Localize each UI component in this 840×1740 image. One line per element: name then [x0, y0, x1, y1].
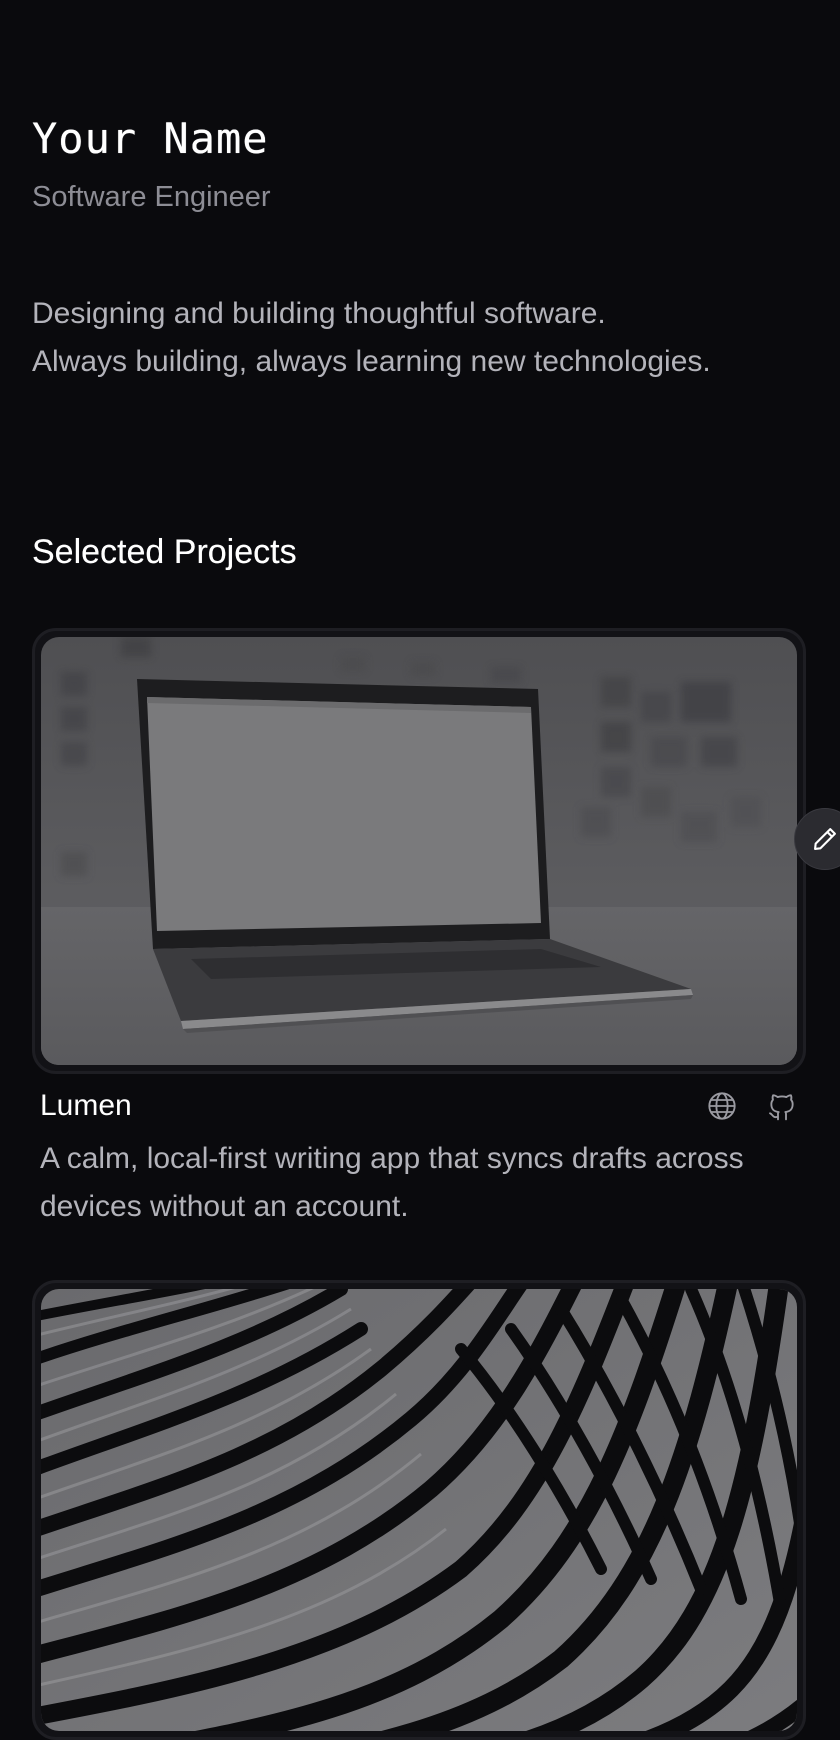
laptop-photo: [41, 637, 797, 1065]
laptop-photo-graphic: [41, 637, 797, 1065]
wavy-abstract-photo: [41, 1289, 797, 1731]
project-description: A calm, local-first writing app that syn…: [40, 1142, 744, 1223]
wavy-abstract-graphic: [41, 1289, 797, 1731]
intro-line-1: Designing and building thoughtful softwa…: [32, 297, 606, 330]
github-icon: [769, 1094, 794, 1121]
profile-role: Software Engineer: [32, 181, 271, 213]
project-image-frame[interactable]: [32, 628, 806, 1074]
portfolio-page: Your Name Software Engineer Designing an…: [0, 0, 840, 1740]
project-title-row: Lumen: [40, 1088, 800, 1128]
project-card-2[interactable]: [32, 1280, 806, 1740]
pencil-icon: [814, 828, 836, 850]
project-image-frame-2[interactable]: [32, 1280, 806, 1740]
project-links: [704, 1088, 800, 1124]
projects-heading: Selected Projects: [32, 533, 297, 571]
profile-name: Your Name: [32, 114, 269, 163]
intro-line-2: Always building, always learning new tec…: [32, 345, 711, 378]
website-link[interactable]: [704, 1088, 740, 1124]
project-card-lumen[interactable]: [32, 628, 806, 1074]
globe-icon: [708, 1092, 736, 1120]
project-title: Lumen: [40, 1089, 132, 1122]
github-link[interactable]: [764, 1088, 800, 1124]
profile-intro: Designing and building thoughtful softwa…: [32, 290, 792, 386]
